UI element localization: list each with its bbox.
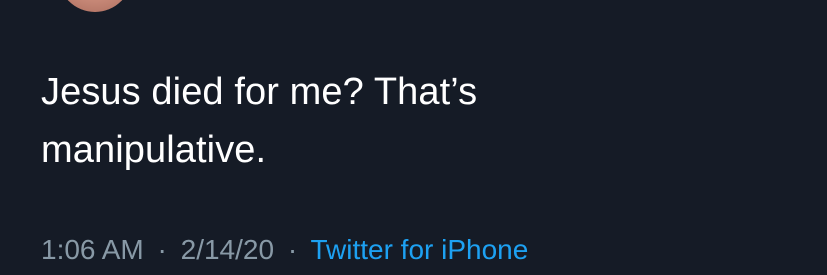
- meta-separator: ·: [287, 234, 298, 265]
- tweet-text: Jesus died for me? That’s manipulative.: [41, 63, 801, 179]
- tweet-meta: 1:06 AM · 2/14/20 · Twitter for iPhone: [41, 232, 528, 268]
- tweet-text-line: Jesus died for me? That’s: [41, 71, 478, 113]
- meta-separator: ·: [157, 234, 167, 265]
- tweet-source-link[interactable]: Twitter for iPhone: [310, 234, 528, 265]
- tweet-text-line: manipulative.: [41, 129, 267, 171]
- tweet: Jesus died for me? That’s manipulative. …: [0, 0, 827, 275]
- tweet-date[interactable]: 2/14/20: [181, 234, 274, 265]
- avatar[interactable]: [58, 0, 132, 12]
- tweet-time[interactable]: 1:06 AM: [41, 234, 144, 265]
